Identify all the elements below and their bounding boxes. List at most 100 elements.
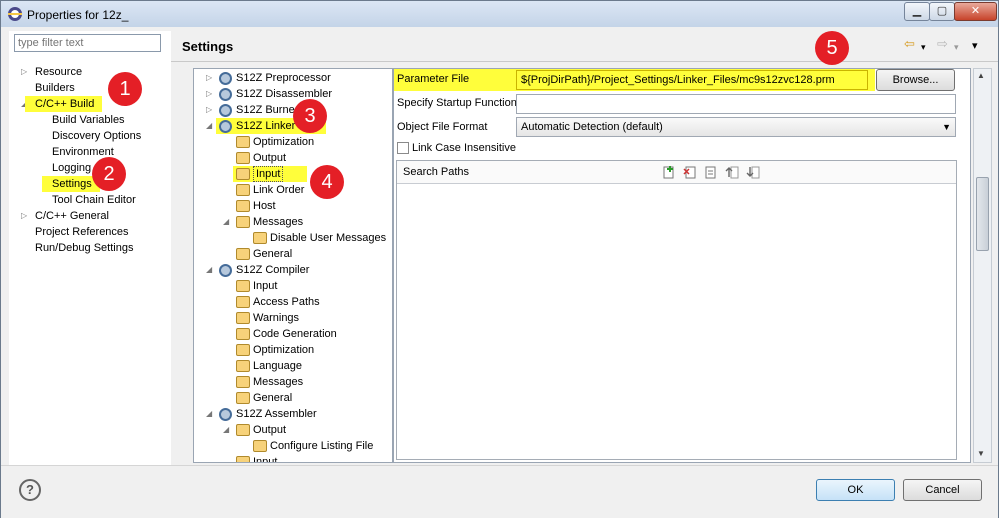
- browse-button[interactable]: Browse...: [876, 69, 955, 91]
- left-tree-item[interactable]: Tool Chain Editor: [52, 192, 136, 208]
- view-menu-icon[interactable]: ▾: [972, 39, 978, 53]
- tool-tree-item[interactable]: Output: [253, 422, 286, 438]
- tool-tree-item[interactable]: Input: [253, 166, 284, 182]
- tool-tree-item[interactable]: S12Z Assembler: [236, 406, 317, 422]
- scroll-down-icon[interactable]: ▼: [977, 449, 985, 458]
- back-arrow-icon[interactable]: ⇦: [904, 37, 915, 51]
- title-bar: Properties for 12z_ ▁ ▢ ✕: [1, 1, 998, 27]
- options-folder-icon: [236, 280, 250, 292]
- callout-badge-2: 2: [92, 157, 126, 191]
- callout-badge-3: 3: [293, 99, 327, 133]
- tool-tree-item[interactable]: Messages: [253, 214, 303, 230]
- tool-tree-item[interactable]: S12Z Preprocessor: [236, 70, 331, 86]
- link-case-insensitive-checkbox[interactable]: [397, 142, 409, 154]
- add-path-icon[interactable]: [662, 165, 676, 179]
- tree-twisty-icon[interactable]: ◢: [206, 406, 212, 422]
- tree-twisty-icon[interactable]: ▷: [21, 64, 27, 80]
- left-tree-item[interactable]: Discovery Options: [52, 128, 141, 144]
- options-folder-icon: [236, 312, 250, 324]
- tool-tree-item[interactable]: Configure Listing File: [270, 438, 373, 454]
- search-paths-group: Search Paths: [396, 160, 957, 460]
- tool-tree-item[interactable]: Language: [253, 358, 302, 374]
- tool-tree-item[interactable]: Link Order: [253, 182, 304, 198]
- options-folder-icon: [236, 424, 250, 436]
- tool-tree-item[interactable]: General: [253, 390, 292, 406]
- move-up-icon[interactable]: [725, 165, 739, 179]
- tool-tree-item[interactable]: S12Z Compiler: [236, 262, 309, 278]
- maximize-button[interactable]: ▢: [929, 2, 955, 21]
- cancel-button[interactable]: Cancel: [903, 479, 982, 501]
- options-folder-icon: [236, 344, 250, 356]
- left-tree-item[interactable]: Run/Debug Settings: [35, 240, 133, 256]
- edit-path-icon[interactable]: [704, 165, 718, 179]
- help-icon[interactable]: ?: [19, 479, 41, 501]
- startup-function-input[interactable]: [516, 94, 956, 114]
- tool-tree-item[interactable]: Output: [253, 150, 286, 166]
- options-folder-icon: [236, 392, 250, 404]
- tree-twisty-icon[interactable]: ▷: [206, 70, 212, 86]
- tree-twisty-icon[interactable]: ◢: [206, 262, 212, 278]
- options-folder-icon: [236, 248, 250, 260]
- tool-tree-item[interactable]: Input: [253, 454, 277, 462]
- delete-path-icon[interactable]: [683, 165, 697, 179]
- object-file-format-label: Object File Format: [397, 121, 488, 133]
- tool-gear-icon: [219, 72, 232, 85]
- object-file-format-select[interactable]: Automatic Detection (default) ▼: [516, 117, 956, 137]
- chevron-down-icon: ▼: [942, 122, 951, 132]
- tool-gear-icon: [219, 104, 232, 117]
- tool-options-panel: Parameter File ${ProjDirPath}/Project_Se…: [393, 68, 971, 463]
- tool-tree-item[interactable]: Messages: [253, 374, 303, 390]
- tree-twisty-icon[interactable]: ◢: [223, 422, 229, 438]
- left-tree-item[interactable]: C/C++ Build: [25, 96, 103, 112]
- forward-menu-icon[interactable]: ▾: [954, 40, 959, 54]
- filter-input[interactable]: [14, 34, 161, 52]
- left-tree-item[interactable]: Build Variables: [52, 112, 125, 128]
- tool-tree-item[interactable]: Disable User Messages: [270, 230, 386, 246]
- tool-tree-item[interactable]: S12Z Disassembler: [236, 86, 332, 102]
- tool-tree-item[interactable]: Host: [253, 198, 276, 214]
- parameter-file-input[interactable]: ${ProjDirPath}/Project_Settings/Linker_F…: [516, 70, 868, 90]
- tool-tree-item[interactable]: Input: [253, 278, 277, 294]
- tool-tree-item[interactable]: S12Z Burner: [236, 102, 298, 118]
- back-menu-icon[interactable]: ▾: [921, 40, 926, 54]
- left-tree-item[interactable]: Settings: [42, 176, 100, 192]
- left-tree-item[interactable]: C/C++ General: [35, 208, 109, 224]
- tree-twisty-icon[interactable]: ▷: [206, 86, 212, 102]
- left-tree-item[interactable]: Logging: [52, 160, 91, 176]
- ok-button[interactable]: OK: [816, 479, 895, 501]
- options-folder-icon: [253, 232, 267, 244]
- window-title: Properties for 12z_: [27, 8, 129, 22]
- button-bar: ? OK Cancel: [1, 465, 998, 518]
- tree-twisty-icon[interactable]: ◢: [223, 214, 229, 230]
- callout-badge-1: 1: [108, 72, 142, 106]
- close-button[interactable]: ✕: [954, 2, 997, 21]
- scroll-up-icon[interactable]: ▲: [977, 71, 985, 80]
- move-down-icon[interactable]: [746, 165, 760, 179]
- options-folder-icon: [236, 152, 250, 164]
- tree-twisty-icon[interactable]: ◢: [206, 118, 212, 134]
- options-folder-icon: [236, 216, 250, 228]
- tool-tree-item[interactable]: Code Generation: [253, 326, 337, 342]
- tree-twisty-icon[interactable]: ▷: [21, 208, 27, 224]
- page-title: Settings: [182, 39, 234, 54]
- tool-tree-item[interactable]: Warnings: [253, 310, 299, 326]
- tool-tree-item[interactable]: S12Z Linker: [236, 118, 295, 134]
- tool-tree-item[interactable]: General: [253, 246, 292, 262]
- tool-settings-tree: ▷ S12Z Preprocessor ▷ S12Z Disassembler ▷ S12…: [193, 68, 393, 463]
- eclipse-app-icon: [8, 7, 22, 21]
- options-folder-icon: [236, 360, 250, 372]
- property-pages-pane: ▷ResourceBuilders◢C/C++ BuildBuild Varia…: [9, 31, 171, 465]
- tool-tree-item[interactable]: Access Paths: [253, 294, 320, 310]
- forward-arrow-icon[interactable]: ⇨: [937, 37, 948, 51]
- left-tree-item[interactable]: Builders: [35, 80, 75, 96]
- tool-tree-item[interactable]: Optimization: [253, 134, 314, 150]
- scrollbar-thumb[interactable]: [976, 177, 989, 251]
- object-file-format-value: Automatic Detection (default): [521, 121, 663, 133]
- startup-function-label: Specify Startup Function: [397, 97, 517, 109]
- minimize-button[interactable]: ▁: [904, 2, 930, 21]
- left-tree-item[interactable]: Project References: [35, 224, 129, 240]
- left-tree-item[interactable]: Resource: [35, 64, 82, 80]
- tree-twisty-icon[interactable]: ▷: [206, 102, 212, 118]
- vertical-scrollbar[interactable]: ▲ ▼: [973, 68, 992, 463]
- tool-tree-item[interactable]: Optimization: [253, 342, 314, 358]
